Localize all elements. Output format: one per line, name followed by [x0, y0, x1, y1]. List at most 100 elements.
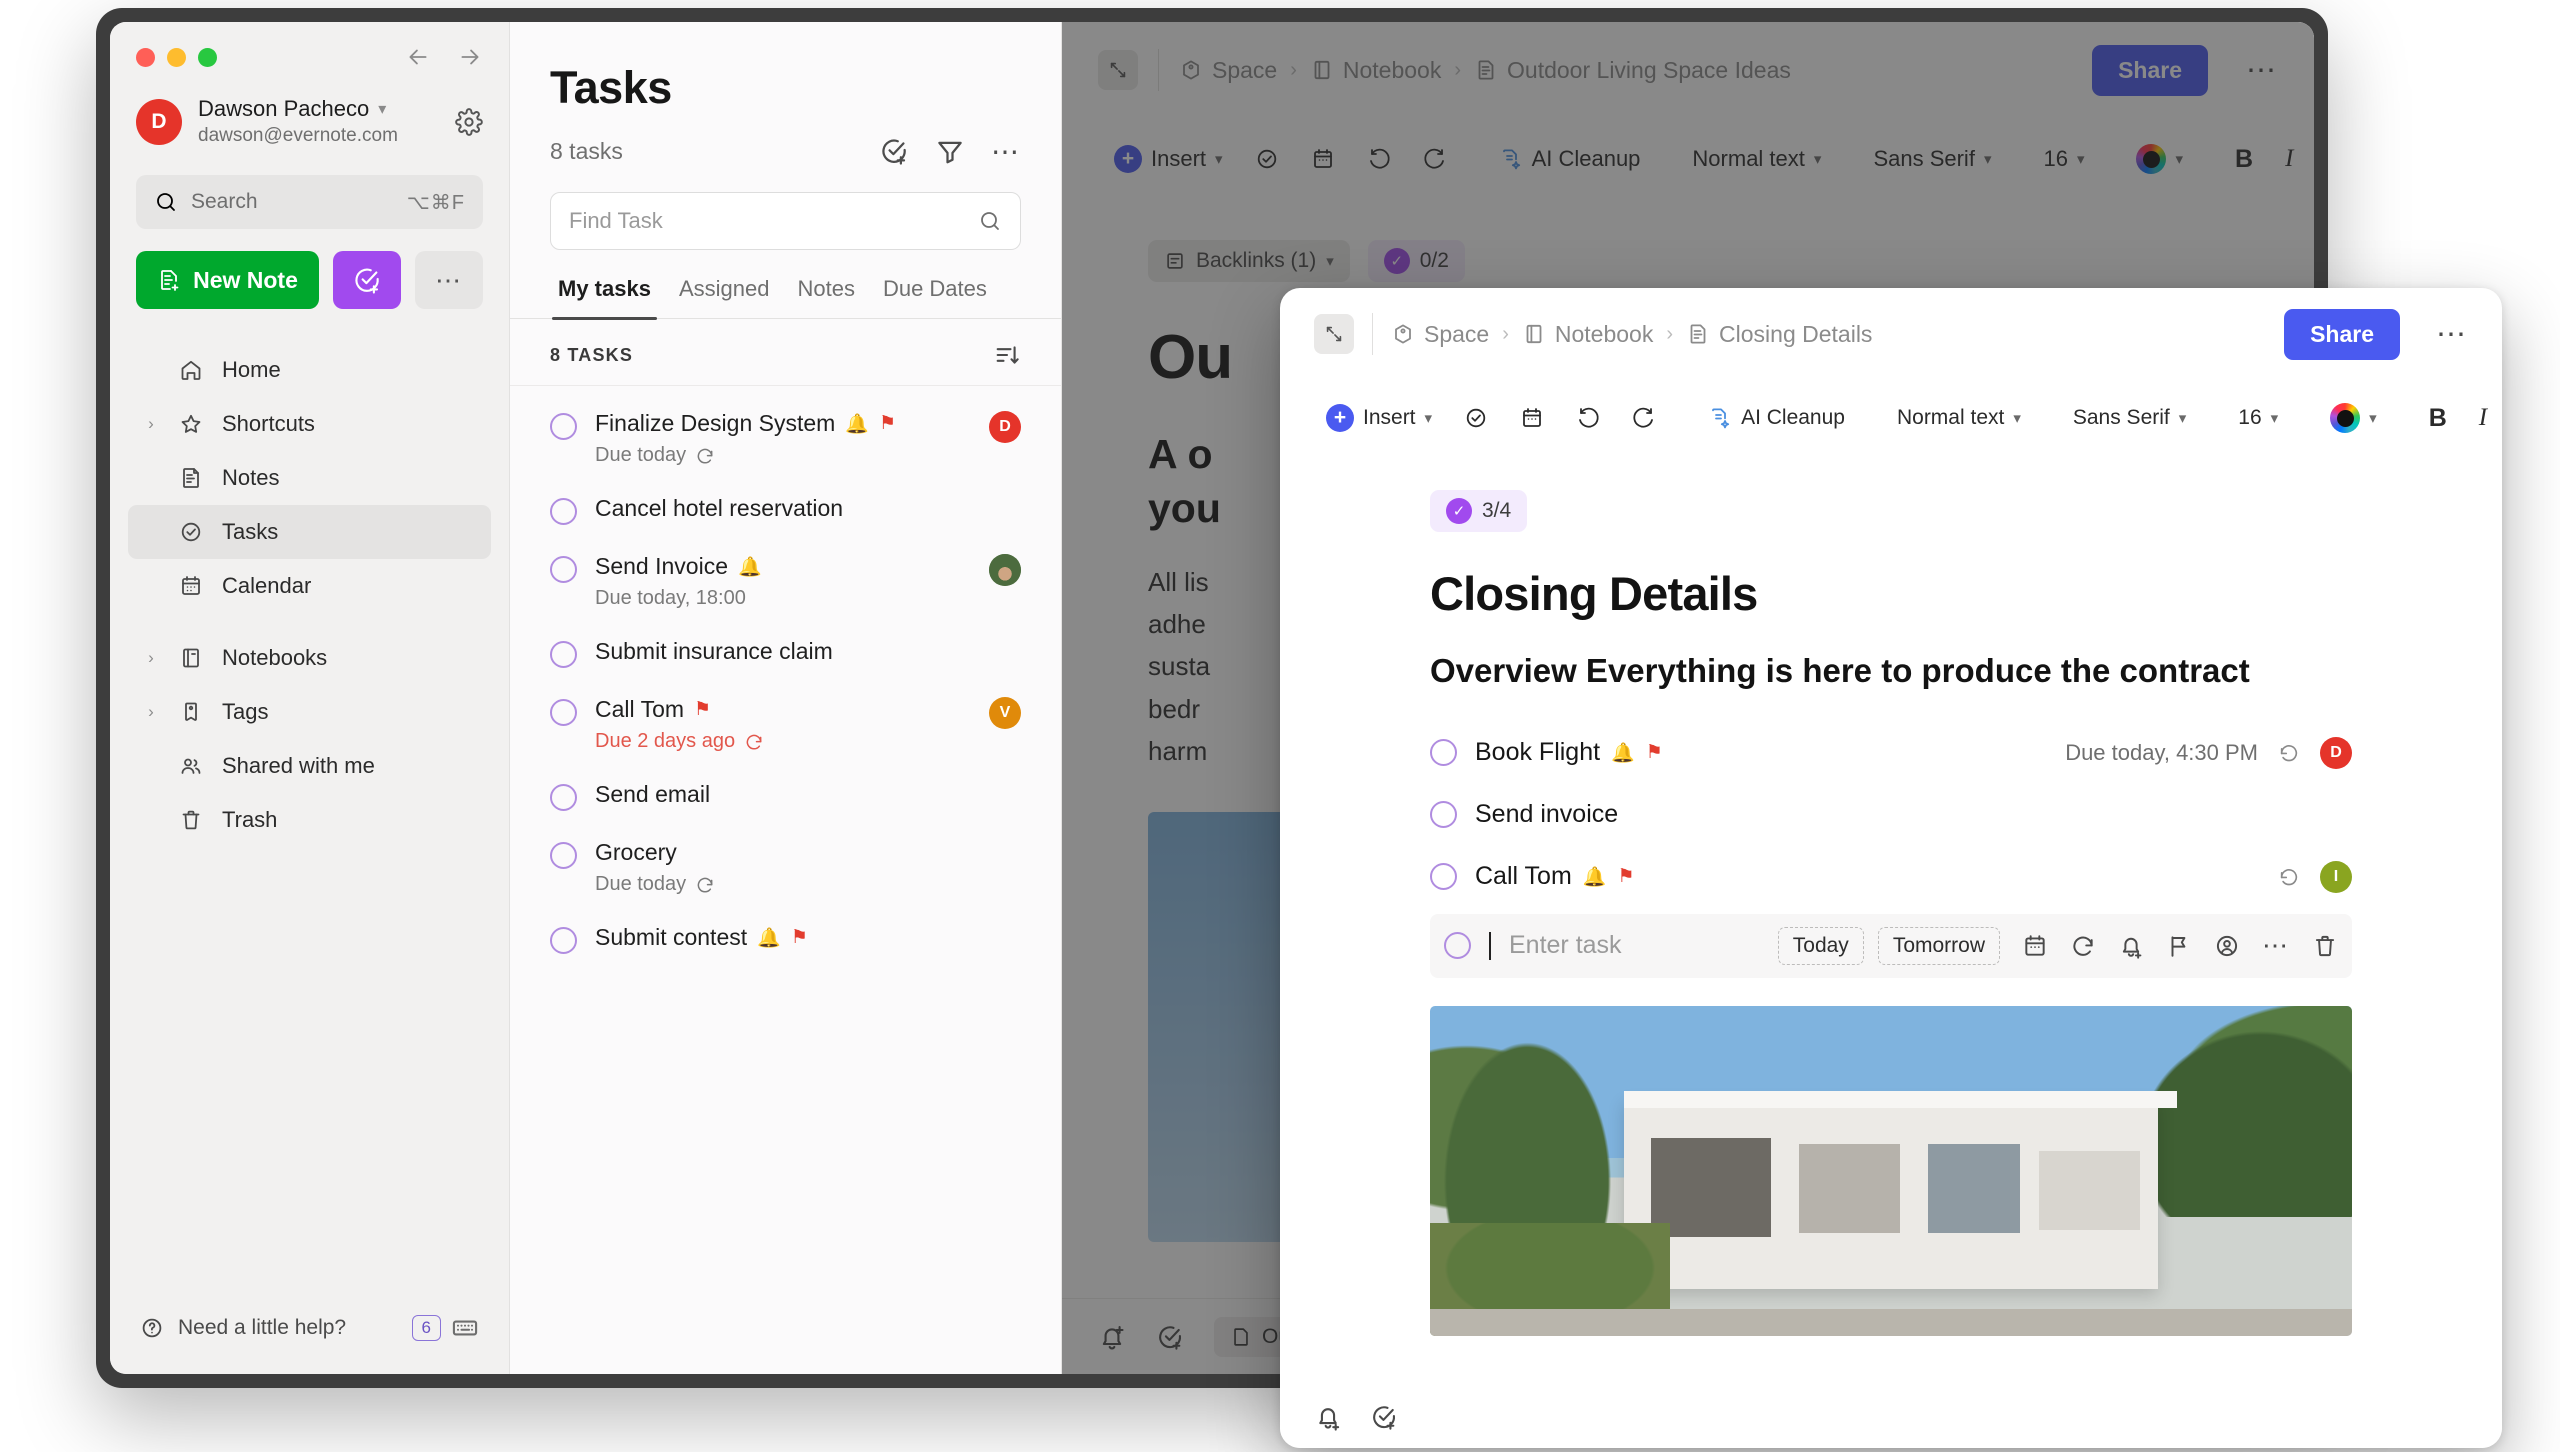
tomorrow-button[interactable]: Tomorrow	[1877, 926, 2000, 965]
insert-button[interactable]: + Insert ▾	[1098, 145, 1239, 173]
new-note-button[interactable]: New Note	[136, 251, 319, 309]
ai-cleanup-button[interactable]: AI Cleanup	[1483, 146, 1657, 172]
chevron-right-icon[interactable]: ›	[142, 414, 160, 434]
task-checkbox[interactable]	[1430, 801, 1457, 829]
note-task-row[interactable]: Call Tom 🔔 ⚑ I	[1430, 846, 2352, 908]
text-color-picker[interactable]: ▾	[2120, 144, 2199, 174]
check-circle-icon[interactable]	[1239, 147, 1295, 171]
redo-icon[interactable]	[1407, 147, 1463, 171]
chevron-right-icon[interactable]: ›	[142, 648, 160, 668]
task-checkbox[interactable]	[550, 498, 577, 525]
calendar-icon[interactable]	[1295, 147, 1351, 171]
bell-add-icon[interactable]	[2118, 933, 2144, 959]
find-task-input[interactable]: Find Task	[550, 192, 1021, 250]
undo-icon[interactable]	[1351, 147, 1407, 171]
more-horizontal-icon[interactable]: ⋯	[991, 136, 1021, 167]
task-row[interactable]: Submit insurance claim	[510, 624, 1061, 682]
share-button[interactable]: Share	[2284, 308, 2400, 360]
flag-icon[interactable]	[2166, 933, 2192, 959]
note-task-row[interactable]: Book Flight 🔔 ⚑ Due today, 4:30 PM D	[1430, 722, 2352, 784]
task-checkbox[interactable]	[1444, 932, 1471, 960]
collapse-icon[interactable]	[1098, 50, 1138, 90]
font-family-select[interactable]: Sans Serif ▾	[2057, 406, 2202, 430]
task-checkbox[interactable]	[550, 784, 577, 811]
assignee-icon[interactable]	[2214, 933, 2240, 959]
italic-button[interactable]: I	[2463, 404, 2502, 432]
today-button[interactable]: Today	[1777, 926, 1864, 965]
chevron-down-icon[interactable]: ▾	[378, 99, 386, 119]
new-task-button[interactable]	[333, 251, 401, 309]
font-family-select[interactable]: Sans Serif ▾	[1857, 146, 2007, 172]
italic-button[interactable]: I	[2269, 145, 2309, 173]
task-checkbox[interactable]	[1430, 863, 1457, 891]
filter-icon[interactable]	[935, 136, 965, 166]
task-checkbox[interactable]	[550, 927, 577, 954]
tab-due-dates[interactable]: Due Dates	[869, 276, 1001, 318]
back-arrow-icon[interactable]	[405, 44, 431, 70]
breadcrumb-item-notebook[interactable]: Notebook	[1310, 57, 1441, 84]
task-add-icon[interactable]	[1156, 1323, 1184, 1351]
trash-icon[interactable]	[2312, 933, 2338, 959]
more-horizontal-icon[interactable]: ⋯	[2228, 53, 2278, 88]
paragraph-style-select[interactable]: Normal text ▾	[1881, 406, 2037, 430]
account-row[interactable]: D Dawson Pacheco ▾ dawson@evernote.com	[110, 70, 509, 147]
progress-chip[interactable]: ✓ 3/4	[1430, 490, 1528, 532]
breadcrumb-item-space[interactable]: Space	[1179, 57, 1277, 84]
tab-notes[interactable]: Notes	[783, 276, 868, 318]
progress-chip[interactable]: ✓ 0/2	[1367, 240, 1465, 282]
sidebar-item-trash[interactable]: Trash	[128, 793, 491, 847]
enter-task-input[interactable]: Enter task	[1509, 931, 1622, 960]
backlinks-chip[interactable]: Backlinks (1) ▾	[1148, 240, 1350, 282]
task-checkbox[interactable]	[550, 699, 577, 726]
sidebar-item-notebooks[interactable]: › Notebooks	[128, 631, 491, 685]
task-row[interactable]: Finalize Design System 🔔 ⚑ Due today D	[510, 396, 1061, 481]
collapse-icon[interactable]	[1314, 314, 1354, 354]
task-row[interactable]: Cancel hotel reservation	[510, 481, 1061, 539]
breadcrumb-item-note[interactable]: Closing Details	[1686, 321, 1872, 348]
breadcrumb-item-space[interactable]: Space	[1391, 321, 1489, 348]
text-color-picker[interactable]: ▾	[2314, 403, 2393, 433]
sidebar-item-shortcuts[interactable]: › Shortcuts	[128, 397, 491, 451]
help-badge-count[interactable]: 6	[411, 1315, 441, 1341]
more-formatting-button[interactable]: More ▾	[2309, 146, 2314, 172]
sort-icon[interactable]	[993, 341, 1021, 369]
task-checkbox[interactable]	[550, 556, 577, 583]
forward-arrow-icon[interactable]	[457, 44, 483, 70]
ai-cleanup-button[interactable]: AI Cleanup	[1692, 406, 1861, 430]
insert-button[interactable]: + Insert ▾	[1310, 404, 1448, 432]
keyboard-icon[interactable]	[451, 1314, 479, 1342]
chevron-right-icon[interactable]: ›	[142, 702, 160, 722]
help-row[interactable]: Need a little help? 6	[110, 1282, 509, 1374]
task-row[interactable]: Send email	[510, 767, 1061, 825]
repeat-icon[interactable]	[2070, 933, 2096, 959]
paragraph-style-select[interactable]: Normal text ▾	[1676, 146, 1837, 172]
bold-button[interactable]: B	[2413, 404, 2463, 433]
bold-button[interactable]: B	[2219, 145, 2269, 174]
task-row[interactable]: Submit contest 🔔 ⚑	[510, 910, 1061, 968]
sidebar-item-home[interactable]: Home	[128, 343, 491, 397]
task-row[interactable]: Grocery Due today	[510, 825, 1061, 910]
font-size-select[interactable]: 16 ▾	[2222, 406, 2294, 430]
calendar-icon[interactable]	[2022, 933, 2048, 959]
new-task-entry-row[interactable]: Enter task Today Tomorrow ⋯	[1430, 913, 2352, 978]
bell-add-icon[interactable]	[1098, 1323, 1126, 1351]
more-horizontal-icon[interactable]: ⋯	[2262, 930, 2290, 961]
task-checkbox[interactable]	[550, 641, 577, 668]
sidebar-item-tasks[interactable]: Tasks	[128, 505, 491, 559]
note-task-row[interactable]: Send invoice	[1430, 784, 2352, 846]
task-checkbox[interactable]	[550, 413, 577, 440]
task-checkbox[interactable]	[1430, 739, 1457, 767]
share-button[interactable]: Share	[2092, 44, 2208, 96]
close-button[interactable]	[136, 47, 155, 67]
maximize-button[interactable]	[198, 47, 217, 67]
breadcrumb-item-notebook[interactable]: Notebook	[1522, 321, 1653, 348]
task-add-icon[interactable]	[1370, 1403, 1398, 1431]
sidebar-item-shared-with-me[interactable]: Shared with me	[128, 739, 491, 793]
tab-assigned[interactable]: Assigned	[665, 276, 784, 318]
redo-icon[interactable]	[1616, 406, 1672, 430]
more-horizontal-icon[interactable]: ⋯	[2418, 317, 2468, 352]
sidebar-item-tags[interactable]: › Tags	[128, 685, 491, 739]
undo-icon[interactable]	[1560, 406, 1616, 430]
gear-icon[interactable]	[455, 107, 483, 136]
task-row[interactable]: Call Tom ⚑ Due 2 days ago V	[510, 682, 1061, 767]
